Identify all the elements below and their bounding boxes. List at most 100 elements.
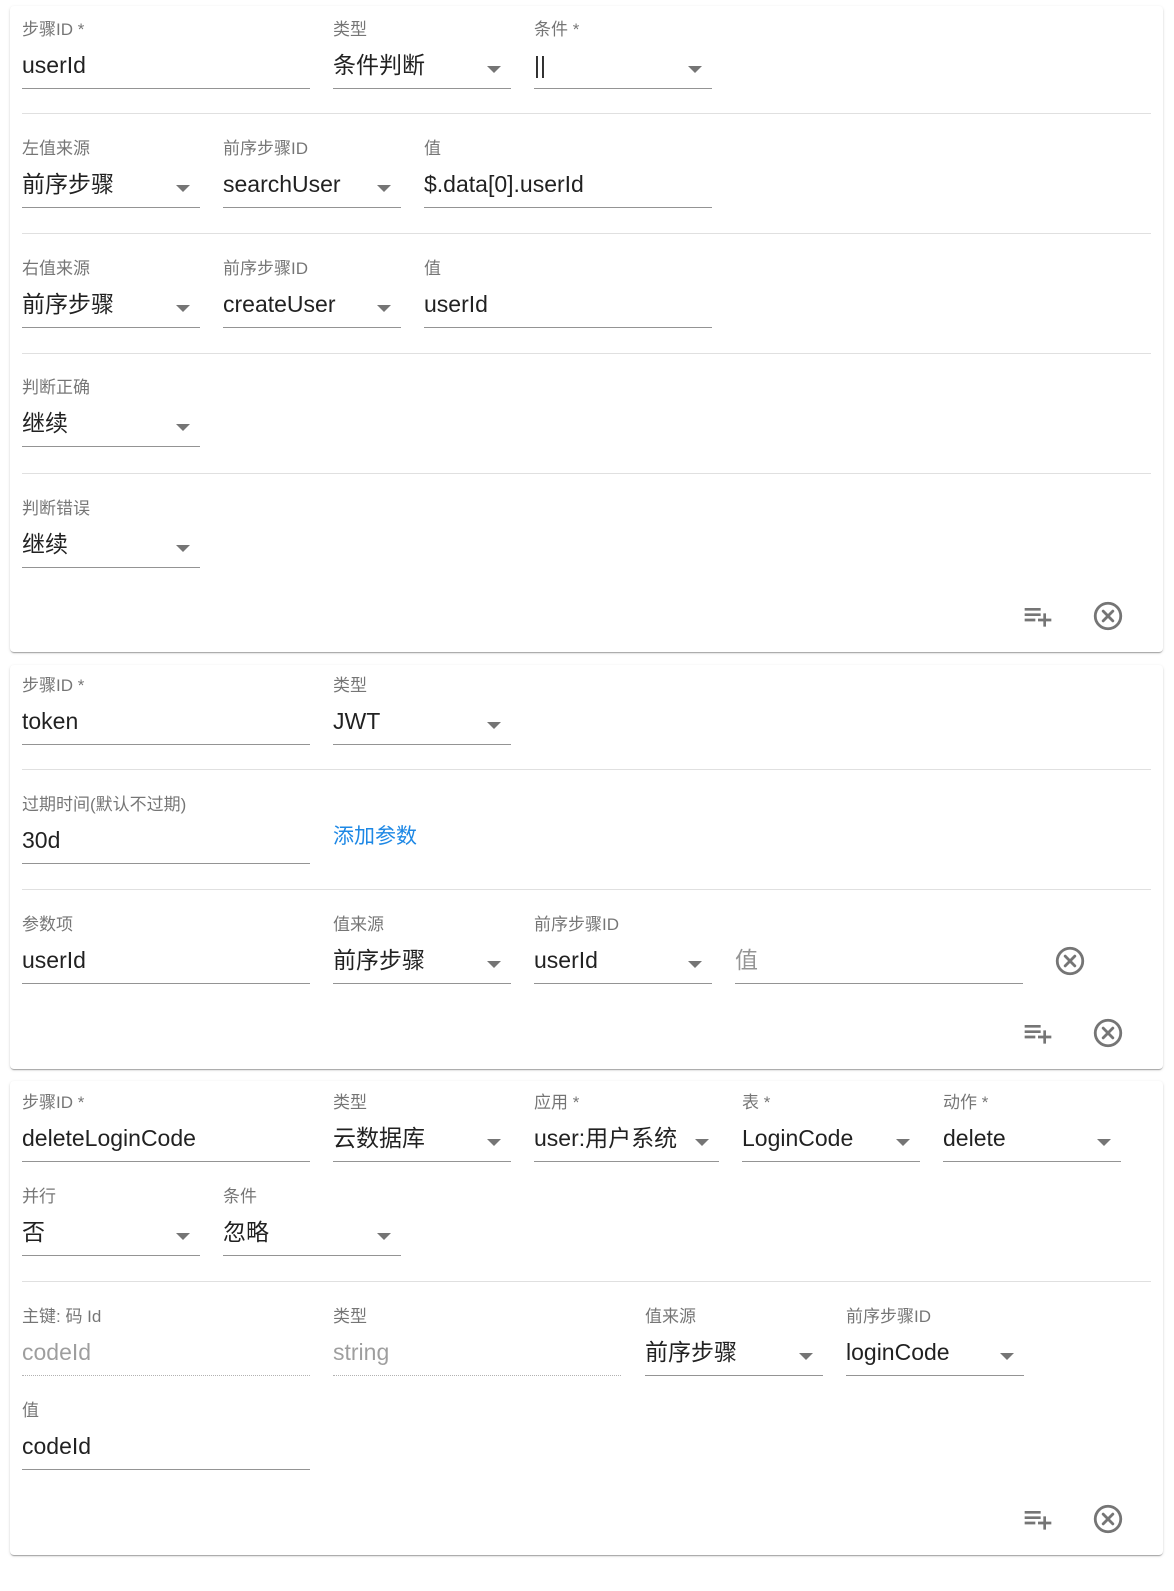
on-true-value: 继续 <box>22 410 68 436</box>
condition-value: || <box>534 52 546 78</box>
pk-prev-step-value: loginCode <box>846 1339 950 1365</box>
parallel-value: 否 <box>22 1219 45 1245</box>
dropdown-arrow-icon <box>176 1233 190 1240</box>
underline <box>424 207 712 208</box>
table-value: LoginCode <box>742 1125 854 1151</box>
action-label: 动作 * <box>943 1093 989 1112</box>
on-true-label: 判断正确 <box>22 378 90 397</box>
primary-key-value: codeId <box>22 1339 92 1365</box>
pk-value-label: 值 <box>22 1401 39 1420</box>
remove-step-button[interactable] <box>1088 1499 1128 1539</box>
param-prev-step-label: 前序步骤ID <box>534 915 619 934</box>
underline <box>22 983 310 984</box>
right-source-value: 前序步骤 <box>22 291 114 317</box>
parallel-label: 并行 <box>22 1187 56 1206</box>
dropdown-arrow-icon <box>176 305 190 312</box>
pk-source-label: 值来源 <box>645 1307 696 1326</box>
underline <box>735 983 1023 984</box>
underline <box>846 1375 1024 1376</box>
left-value-label: 值 <box>424 139 441 158</box>
underline <box>22 88 310 89</box>
underline <box>223 327 401 328</box>
left-prev-step-label: 前序步骤ID <box>223 139 308 158</box>
condition-label: 条件 <box>223 1187 257 1206</box>
step-card-userid: 步骤ID * userId 类型 条件判断 条件 * || 左值来源 前序步骤 … <box>10 6 1163 652</box>
add-param-button[interactable]: 添加参数 <box>333 820 417 850</box>
app-value: user:用户系统 <box>534 1125 678 1151</box>
add-step-button[interactable] <box>1018 1013 1058 1053</box>
right-value-text: userId <box>424 291 488 317</box>
divider <box>22 113 1151 114</box>
left-source-label: 左值来源 <box>22 139 90 158</box>
dropdown-arrow-icon <box>695 1139 709 1146</box>
underline <box>534 983 712 984</box>
underline <box>223 1255 401 1256</box>
dropdown-arrow-icon <box>176 185 190 192</box>
param-value-placeholder: 值 <box>735 947 758 973</box>
underline <box>333 1375 621 1376</box>
dropdown-arrow-icon <box>487 1139 501 1146</box>
underline <box>333 88 511 89</box>
divider <box>22 1281 1151 1282</box>
underline <box>943 1161 1121 1162</box>
dropdown-arrow-icon <box>487 961 501 968</box>
param-key-label: 参数项 <box>22 915 73 934</box>
step-id-value: deleteLoginCode <box>22 1125 196 1151</box>
underline <box>534 1161 719 1162</box>
pk-prev-step-label: 前序步骤ID <box>846 1307 931 1326</box>
divider <box>22 769 1151 770</box>
on-false-value: 继续 <box>22 531 68 557</box>
type-label: 类型 <box>333 1093 367 1112</box>
type-label: 类型 <box>333 20 367 39</box>
left-source-value: 前序步骤 <box>22 171 114 197</box>
action-value: delete <box>943 1125 1006 1151</box>
param-source-label: 值来源 <box>333 915 384 934</box>
left-prev-step-value: searchUser <box>223 171 341 197</box>
add-step-button[interactable] <box>1018 1499 1058 1539</box>
underline <box>742 1161 920 1162</box>
dropdown-arrow-icon <box>799 1353 813 1360</box>
underline <box>22 567 200 568</box>
primary-key-label: 主键: 码 Id <box>22 1307 102 1326</box>
right-prev-step-label: 前序步骤ID <box>223 259 308 278</box>
remove-step-button[interactable] <box>1088 1013 1128 1053</box>
step-id-value: userId <box>22 52 86 78</box>
divider <box>22 233 1151 234</box>
underline <box>333 1161 511 1162</box>
underline <box>22 327 200 328</box>
dropdown-arrow-icon <box>377 305 391 312</box>
type-value: 云数据库 <box>333 1125 425 1151</box>
right-prev-step-value: createUser <box>223 291 336 317</box>
underline <box>424 327 712 328</box>
dropdown-arrow-icon <box>1000 1353 1014 1360</box>
underline <box>333 983 511 984</box>
underline <box>22 863 310 864</box>
dropdown-arrow-icon <box>487 66 501 73</box>
close-circle-icon <box>1093 601 1123 631</box>
type-value: 条件判断 <box>333 52 425 78</box>
primary-key-type-value: string <box>333 1339 390 1365</box>
param-key-value: userId <box>22 947 86 973</box>
on-false-label: 判断错误 <box>22 499 90 518</box>
add-step-button[interactable] <box>1018 596 1058 636</box>
step-id-label: 步骤ID * <box>22 20 85 39</box>
remove-param-button[interactable] <box>1050 941 1090 981</box>
divider <box>22 353 1151 354</box>
dropdown-arrow-icon <box>176 545 190 552</box>
app-label: 应用 * <box>534 1093 580 1112</box>
remove-step-button[interactable] <box>1088 596 1128 636</box>
type-label: 类型 <box>333 676 367 695</box>
underline <box>22 446 200 447</box>
step-card-delete-login-code: 步骤ID * deleteLoginCode 类型 云数据库 应用 * user… <box>10 1081 1163 1555</box>
dropdown-arrow-icon <box>688 66 702 73</box>
param-source-value: 前序步骤 <box>333 947 425 973</box>
step-id-label: 步骤ID * <box>22 1093 85 1112</box>
underline <box>22 1375 310 1376</box>
underline <box>22 1161 310 1162</box>
underline <box>333 744 511 745</box>
dropdown-arrow-icon <box>688 961 702 968</box>
pk-source-value: 前序步骤 <box>645 1339 737 1365</box>
table-label: 表 * <box>742 1093 771 1112</box>
close-circle-icon <box>1093 1504 1123 1534</box>
close-circle-icon <box>1093 1018 1123 1048</box>
